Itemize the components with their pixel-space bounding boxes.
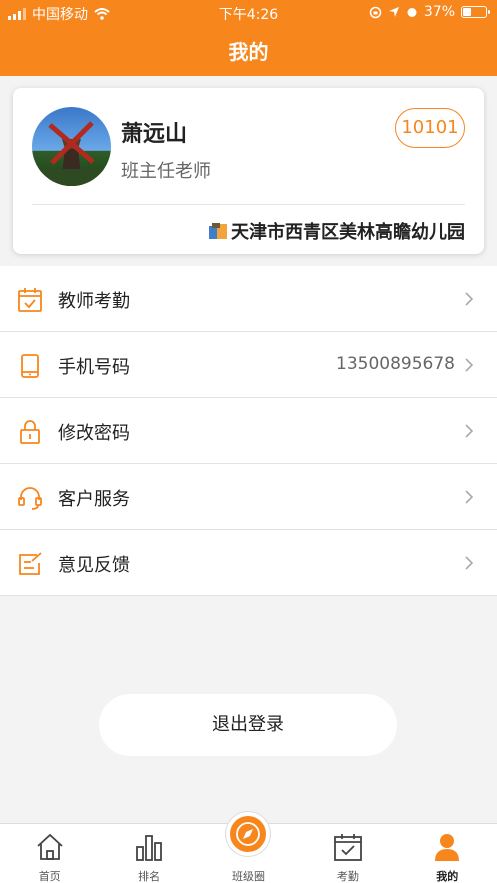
calendar-check-icon [18, 288, 42, 312]
ranking-icon [136, 835, 162, 861]
menu-label: 手机号码 [58, 357, 130, 378]
school-info: 天津市西青区美林高瞻幼儿园 [208, 218, 465, 244]
tab-attendance[interactable]: 考勤 [298, 824, 397, 883]
top-bar: 中国移动 下午4:26 37% 我的 [0, 0, 497, 76]
tab-label: 首页 [38, 870, 61, 883]
tab-class-circle[interactable]: 班级圈 [199, 812, 298, 883]
menu-item-feedback[interactable]: 意见反馈 [0, 530, 497, 596]
page-title: 我的 [228, 40, 269, 64]
chevron-right-icon [465, 556, 474, 570]
menu-label: 教师考勤 [58, 291, 130, 312]
menu-item-password[interactable]: 修改密码 [0, 398, 497, 464]
alarm-icon [407, 8, 417, 17]
battery-icon [461, 6, 490, 18]
chevron-right-icon [465, 424, 474, 438]
card-divider [32, 204, 465, 205]
feedback-icon [19, 552, 42, 575]
menu-label: 意见反馈 [58, 555, 130, 576]
user-name: 萧远山 [121, 122, 188, 147]
chevron-right-icon [465, 490, 474, 504]
windmill-image [32, 121, 111, 186]
tab-home[interactable]: 首页 [0, 824, 99, 883]
attendance-icon [333, 834, 362, 861]
rotation-lock-icon [369, 6, 382, 18]
battery-percent: 37% [423, 4, 455, 20]
avatar[interactable] [32, 107, 111, 186]
tab-label: 我的 [436, 870, 459, 883]
headset-icon [18, 487, 42, 510]
profile-card[interactable]: 萧远山 班主任老师 10101 天津市西青区美林高瞻幼儿园 [13, 88, 484, 254]
location-icon [388, 7, 399, 17]
menu-item-attendance[interactable]: 教师考勤 [0, 266, 497, 332]
status-bar: 中国移动 下午4:26 37% [0, 0, 497, 26]
chevron-right-icon [465, 358, 474, 372]
menu-label: 修改密码 [58, 423, 130, 444]
menu-item-customer-service[interactable]: 客户服务 [0, 464, 497, 530]
tab-label: 考勤 [336, 870, 359, 883]
school-icon [209, 223, 227, 239]
tab-ranking[interactable]: 排名 [99, 824, 198, 883]
status-right: 37% [369, 4, 490, 20]
home-icon [37, 833, 63, 860]
points-badge[interactable]: 10101 [395, 108, 465, 148]
phone-number: 13500895678 [336, 354, 455, 374]
logout-button[interactable]: 退出登录 [99, 694, 397, 756]
menu-label: 客户服务 [58, 489, 130, 510]
compass-icon [236, 822, 261, 846]
user-icon [435, 834, 460, 861]
tab-label: 排名 [138, 870, 161, 883]
tab-mine[interactable]: 我的 [398, 824, 497, 883]
phone-icon [21, 354, 39, 378]
menu-item-phone[interactable]: 手机号码 13500895678 [0, 332, 497, 398]
settings-menu: 教师考勤 手机号码 13500895678 修改密码 客户服务 意见反馈 [0, 266, 497, 596]
class-circle-button[interactable] [226, 812, 271, 856]
lock-icon [20, 420, 40, 444]
school-name: 天津市西青区美林高瞻幼儿园 [231, 222, 465, 243]
bottom-tab-bar: 首页 排名 班级圈 考勤 我的 [0, 812, 497, 883]
user-role: 班主任老师 [121, 161, 211, 182]
tab-label: 班级圈 [231, 870, 265, 883]
chevron-right-icon [465, 292, 474, 306]
battery-fill [463, 8, 472, 16]
